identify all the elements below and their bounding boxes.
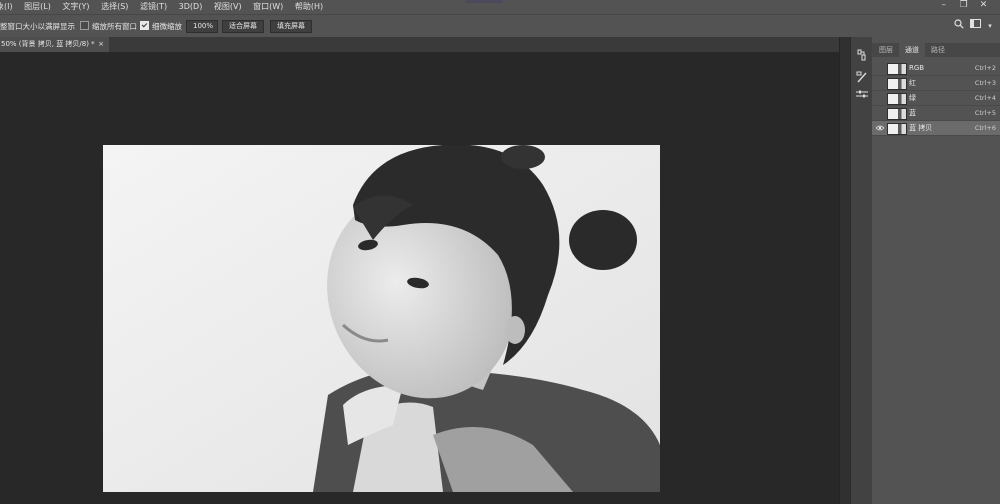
restore-button[interactable]: ❐: [955, 0, 972, 10]
menu-window[interactable]: 窗口(W): [253, 0, 283, 14]
window-controls: – ❐ ✕: [935, 0, 992, 14]
channel-row-rgb[interactable]: RGB Ctrl+2: [872, 61, 1000, 76]
menu-image[interactable]: 象(I): [0, 0, 13, 14]
channel-name: RGB: [909, 64, 925, 72]
zoom-all-checkbox[interactable]: [80, 21, 89, 30]
workspace-icon[interactable]: [968, 19, 982, 33]
search-icon[interactable]: [952, 19, 966, 33]
scrubby-zoom-label: 细微缩放: [152, 22, 182, 31]
menu-layer[interactable]: 图层(L): [24, 0, 51, 14]
collapsed-panel-strip: [850, 37, 873, 504]
fit-screen-button[interactable]: 适合屏幕: [222, 20, 264, 33]
channel-row-blue[interactable]: 蓝 Ctrl+5: [872, 106, 1000, 121]
scrubby-zoom-checkbox[interactable]: [140, 21, 149, 30]
menu-view[interactable]: 视图(V): [214, 0, 242, 14]
menu-filter[interactable]: 滤镜(T): [140, 0, 167, 14]
channels-panel: 图层 通道 路径 RGB Ctrl+2 红 Ctrl+3 绿 Ctrl+4 蓝 …: [872, 37, 1000, 504]
tab-layers[interactable]: 图层: [874, 43, 898, 57]
channel-row-blue-copy[interactable]: 蓝 拷贝 Ctrl+6: [872, 121, 1000, 136]
channel-shortcut: Ctrl+2: [974, 64, 996, 72]
brush-settings-icon[interactable]: [854, 71, 869, 85]
resize-windows-option[interactable]: 整窗口大小以满屏显示: [0, 21, 75, 32]
channel-row-red[interactable]: 红 Ctrl+3: [872, 76, 1000, 91]
resize-windows-label: 整窗口大小以满屏显示: [0, 22, 75, 31]
tab-paths[interactable]: 路径: [926, 43, 950, 57]
menu-3d[interactable]: 3D(D): [179, 0, 203, 14]
channel-name: 绿: [909, 94, 916, 102]
menu-select[interactable]: 选择(S): [101, 0, 128, 14]
menu-type[interactable]: 文字(Y): [62, 0, 89, 14]
close-tab-icon[interactable]: ×: [98, 37, 104, 52]
history-icon[interactable]: [854, 49, 869, 63]
channel-row-green[interactable]: 绿 Ctrl+4: [872, 91, 1000, 106]
close-window-button[interactable]: ✕: [975, 0, 992, 10]
channel-name: 红: [909, 79, 916, 87]
channel-name: 蓝: [909, 109, 916, 117]
workspace-dropdown-icon[interactable]: ▾: [983, 19, 997, 33]
canvas-vertical-scrollbar[interactable]: [839, 37, 850, 504]
channel-shortcut: Ctrl+5: [974, 109, 996, 117]
document-tab[interactable]: 50% (背景 拷贝, 蓝 拷贝/8) * ×: [0, 37, 109, 52]
channel-shortcut: Ctrl+4: [974, 94, 996, 102]
fill-screen-button[interactable]: 填充屏幕: [270, 20, 312, 33]
document-tab-title: 50% (背景 拷贝, 蓝 拷贝/8) *: [1, 40, 95, 48]
zoom-all-label: 缩放所有窗口: [92, 22, 137, 31]
zoom-level-field[interactable]: 100%: [186, 20, 218, 33]
channel-thumbnail: [887, 63, 907, 75]
channel-thumbnail: [887, 108, 907, 120]
eye-icon[interactable]: [874, 121, 885, 136]
channel-shortcut: Ctrl+6: [974, 124, 996, 132]
minimize-button[interactable]: –: [935, 0, 952, 10]
menu-help[interactable]: 帮助(H): [295, 0, 323, 14]
channel-shortcut: Ctrl+3: [974, 79, 996, 87]
scrubby-zoom-option[interactable]: 细微缩放: [140, 21, 182, 32]
tab-channels[interactable]: 通道: [899, 43, 925, 57]
channel-thumbnail: [887, 78, 907, 90]
document-tab-strip: 50% (背景 拷贝, 蓝 拷贝/8) * ×: [0, 37, 850, 52]
document-canvas-image[interactable]: [103, 145, 660, 492]
zoom-all-windows-option[interactable]: 缩放所有窗口: [80, 21, 137, 32]
channel-thumbnail: [887, 123, 907, 135]
adjustments-icon[interactable]: [854, 89, 869, 103]
title-indicator: [465, 0, 503, 3]
panel-tab-bar: 图层 通道 路径: [872, 43, 1000, 57]
channel-thumbnail: [887, 93, 907, 105]
channel-name: 蓝 拷贝: [909, 124, 933, 132]
options-bar: 整窗口大小以满屏显示 缩放所有窗口 细微缩放 100% 适合屏幕 填充屏幕 ▾: [0, 14, 1000, 38]
